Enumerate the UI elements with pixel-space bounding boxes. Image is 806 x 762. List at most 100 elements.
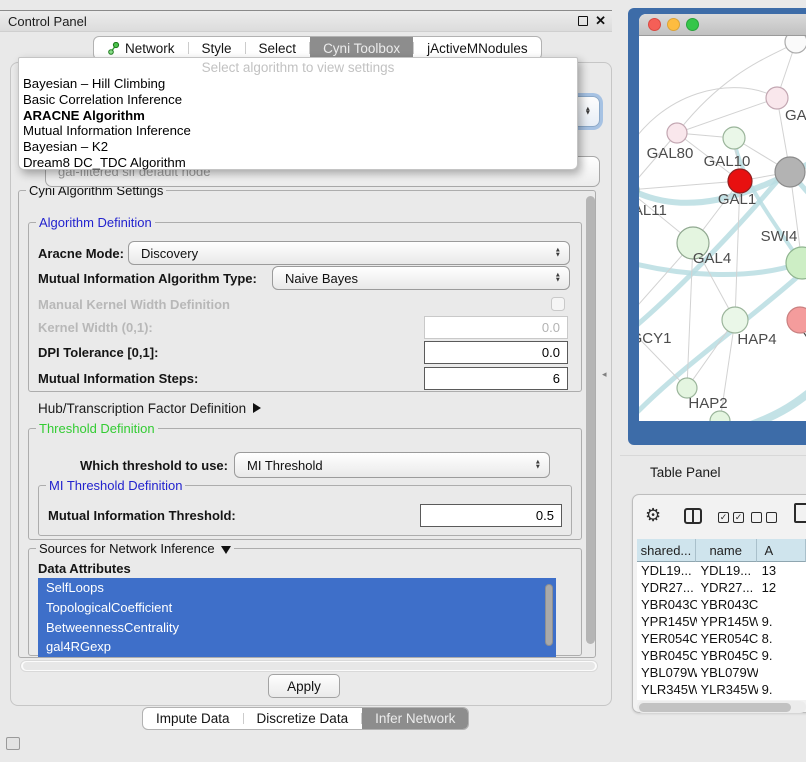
table-row[interactable]: YPR145WYPR145W9.	[637, 613, 806, 630]
table-row[interactable]: YLR345WYLR345W9.	[637, 681, 806, 698]
mi-steps-label: Mutual Information Steps:	[38, 367, 198, 390]
which-threshold-combo[interactable]: MI Threshold ▲▼	[234, 452, 550, 478]
network-node-label-gal1: GAL1	[718, 191, 756, 208]
tab-select[interactable]: Select	[246, 37, 310, 59]
table-column-header-a[interactable]: A	[757, 539, 806, 562]
table-row[interactable]: YER054CYER054C8.	[637, 630, 806, 647]
node-table: shared...nameA YDL19...YDL19...13YDR27..…	[637, 539, 806, 700]
table-cell: YPR145W	[637, 614, 697, 629]
table-cell: YIL052C	[637, 699, 697, 700]
tab-label: Impute Data	[156, 711, 230, 726]
data-attribute-item-gal4rgexp[interactable]: gal4RGexp	[38, 637, 556, 657]
network-node[interactable]	[785, 36, 806, 53]
table-row[interactable]: YIL052CYIL052C9	[637, 698, 806, 700]
network-node[interactable]	[775, 157, 805, 187]
gear-icon[interactable]: ⚙	[645, 505, 661, 526]
tab-label: Network	[125, 41, 175, 56]
table-cell: YPR145W	[697, 614, 758, 629]
tab-style[interactable]: Style	[189, 37, 245, 59]
table-cell: 8.	[758, 631, 806, 646]
dpi-tolerance-label: DPI Tolerance [0,1]:	[38, 341, 158, 364]
table-row[interactable]: YBR045CYBR045C9.	[637, 647, 806, 664]
network-node[interactable]	[710, 411, 730, 421]
table-row[interactable]: YDL19...YDL19...13	[637, 562, 806, 579]
network-window-titlebar[interactable]	[639, 14, 806, 36]
table-cell: YDR27...	[697, 580, 758, 595]
network-node-label-swi4: SWI4	[761, 228, 798, 245]
network-node[interactable]	[786, 247, 806, 279]
manual-kernel-checkbox[interactable]	[551, 297, 565, 311]
network-canvas[interactable]: GALGAL80GAL10GAL1GAL11SWI4GAL4GCY1HAP4YH…	[639, 36, 806, 421]
table-cell: YER054C	[697, 631, 758, 646]
table-cell: 9.	[758, 682, 806, 697]
kernel-width-field[interactable]: 0.0	[424, 316, 568, 339]
apply-button[interactable]: Apply	[268, 674, 340, 698]
data-attribute-item-betweennesscentrality[interactable]: BetweennessCentrality	[38, 618, 556, 638]
table-body: YDL19...YDL19...13YDR27...YDR27...12YBR0…	[637, 562, 806, 700]
tab-cyni-toolbox[interactable]: Cyni Toolbox	[310, 37, 413, 59]
data-attribute-item-topologicalcoefficient[interactable]: TopologicalCoefficient	[38, 598, 556, 618]
settings-scrollbar[interactable]	[586, 196, 595, 644]
column-layout-icon[interactable]	[684, 508, 702, 524]
table-row[interactable]: YBR043CYBR043C	[637, 596, 806, 613]
deselect-all-columns-icon[interactable]	[751, 512, 777, 523]
data-attributes-label: Data Attributes	[38, 560, 131, 576]
network-node[interactable]	[728, 169, 752, 193]
table-cell: YBL079W	[697, 665, 758, 680]
tab-jactivemnodules[interactable]: jActiveMNodules	[414, 37, 541, 59]
tab-discretize-data[interactable]: Discretize Data	[244, 708, 362, 729]
algorithm-popup-placeholder: Select algorithm to view settings	[19, 59, 577, 76]
mi-steps-value: 6	[553, 371, 560, 386]
algorithm-option-basic-correlation-inference[interactable]: Basic Correlation Inference	[19, 92, 577, 108]
mi-steps-field[interactable]: 6	[424, 367, 568, 390]
tab-infer-network[interactable]: Infer Network	[362, 708, 468, 729]
data-attributes-list: SelfLoopsTopologicalCoefficientBetweenne…	[38, 578, 556, 657]
new-table-icon[interactable]	[794, 503, 806, 523]
algorithm-popup-items: Bayesian – Hill ClimbingBasic Correlatio…	[19, 76, 577, 171]
settings-horizontal-scrollbar[interactable]	[20, 660, 598, 672]
tab-impute-data[interactable]: Impute Data	[143, 708, 243, 729]
algorithm-option-dream8-dc-tdc-algorithm[interactable]: Dream8 DC_TDC Algorithm	[19, 155, 577, 171]
dpi-tolerance-field[interactable]: 0.0	[424, 341, 568, 364]
network-view-window: GALGAL80GAL10GAL1GAL11SWI4GAL4GCY1HAP4YH…	[639, 14, 806, 421]
aracne-mode-combo[interactable]: Discovery ▲▼	[128, 241, 570, 265]
table-column-header-name[interactable]: name	[696, 539, 757, 562]
algorithm-option-bayesian-hill-climbing[interactable]: Bayesian – Hill Climbing	[19, 76, 577, 92]
algorithm-option-mutual-information-inference[interactable]: Mutual Information Inference	[19, 123, 577, 139]
threshold-definition-title: Threshold Definition	[36, 421, 158, 436]
table-cell: YDL19...	[637, 563, 697, 578]
network-node[interactable]	[722, 307, 748, 333]
network-node[interactable]	[723, 127, 745, 149]
close-icon[interactable]: ✕	[595, 13, 606, 29]
sources-title-text: Sources for Network Inference	[39, 541, 215, 556]
network-node[interactable]	[766, 87, 788, 109]
network-node[interactable]	[667, 123, 687, 143]
minimized-panel-icon[interactable]	[6, 737, 20, 750]
float-panel-icon[interactable]	[578, 16, 588, 26]
mi-threshold-field[interactable]: 0.5	[420, 504, 562, 527]
expand-arrow-icon	[253, 403, 261, 413]
table-panel-titlebar: Table Panel	[620, 455, 806, 489]
mi-type-combo[interactable]: Naive Bayes ▲▼	[272, 266, 570, 290]
table-cell: YER054C	[637, 631, 697, 646]
aracne-mode-label: Aracne Mode:	[38, 241, 124, 265]
hub-section-toggle[interactable]: Hub/Transcription Factor Definition	[38, 399, 261, 417]
data-attribute-item-selfloops[interactable]: SelfLoops	[38, 578, 556, 598]
tab-network[interactable]: Network	[94, 37, 188, 59]
screen: Control Panel ✕ NetworkStyleSelectCyni T…	[0, 0, 806, 762]
table-horizontal-scrollbar[interactable]	[637, 701, 806, 713]
splitter-collapse-arrow[interactable]: ◂	[602, 369, 607, 380]
sources-group-title[interactable]: Sources for Network Inference	[36, 541, 234, 556]
select-all-columns-icon[interactable]: ✓ ✓	[718, 512, 744, 523]
minimize-traffic-light[interactable]	[667, 18, 680, 31]
table-column-header-shared[interactable]: shared...	[637, 539, 696, 562]
close-traffic-light[interactable]	[648, 18, 661, 31]
table-row[interactable]: YDR27...YDR27...12	[637, 579, 806, 596]
algorithm-option-bayesian-k2[interactable]: Bayesian – K2	[19, 139, 577, 155]
algorithm-option-aracne-algorithm[interactable]: ARACNE Algorithm	[19, 108, 577, 124]
network-node-label-gal10: GAL10	[704, 153, 751, 170]
table-cell: YBL079W	[637, 665, 697, 680]
table-row[interactable]: YBL079WYBL079W	[637, 664, 806, 681]
attributes-list-scrollbar[interactable]	[545, 584, 553, 646]
zoom-traffic-light[interactable]	[686, 18, 699, 31]
